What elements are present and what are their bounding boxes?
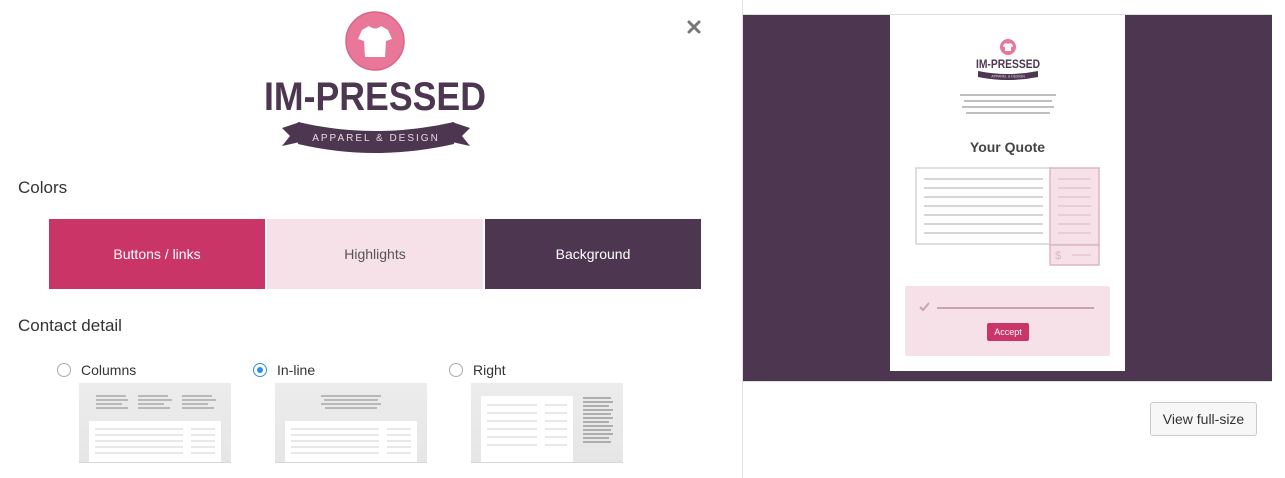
inline-layout-thumbnail[interactable] — [275, 383, 427, 463]
contact-option-inline[interactable]: In-line — [253, 360, 433, 380]
contact-option-columns[interactable]: Columns — [57, 360, 237, 380]
logo-tagline-text: APPAREL & DESIGN — [312, 133, 440, 144]
preview-quote-title: Your Quote — [969, 139, 1046, 155]
background-color-swatch[interactable]: Background — [485, 219, 701, 289]
right-radio[interactable] — [449, 363, 463, 377]
close-icon[interactable] — [685, 18, 703, 36]
preview-accept-panel: Accept — [905, 286, 1110, 356]
contact-detail-heading: Contact detail — [18, 316, 122, 335]
option-label: Columns — [81, 362, 137, 378]
preview-logo-brand: IM-PRESSED — [976, 57, 1040, 71]
view-full-size-button[interactable]: View full-size — [1150, 402, 1257, 436]
option-label: In-line — [277, 362, 316, 378]
check-icon — [919, 302, 930, 312]
inline-radio[interactable] — [253, 363, 267, 377]
option-label: Right — [473, 362, 506, 378]
highlights-color-swatch[interactable]: Highlights — [267, 219, 483, 289]
preview-accept-button[interactable]: Accept — [987, 323, 1029, 341]
logo-brand-text: IM-PRESSED — [264, 75, 486, 119]
preview-address-lines — [960, 94, 1056, 114]
preview-logo-tagline: APPAREL & DESIGN — [991, 75, 1025, 79]
preview-document: IM-PRESSED APPAREL & DESIGN Your Quote $ — [890, 15, 1125, 371]
company-logo: IM-PRESSED APPAREL & DESIGN — [264, 11, 486, 153]
settings-panel: IM-PRESSED APPAREL & DESIGN Colors Butto… — [0, 0, 742, 478]
preview-logo: IM-PRESSED APPAREL & DESIGN — [976, 39, 1040, 80]
preview-quote-table: $ — [915, 167, 1100, 266]
swatch-label: Buttons / links — [113, 246, 201, 262]
swatch-label: Background — [555, 246, 631, 262]
quote-preview: IM-PRESSED APPAREL & DESIGN Your Quote $ — [743, 15, 1272, 381]
colors-heading: Colors — [18, 178, 68, 197]
preview-currency-symbol: $ — [1055, 250, 1061, 262]
columns-radio[interactable] — [57, 363, 71, 377]
right-layout-thumbnail[interactable] — [471, 383, 623, 463]
preview-border — [743, 381, 1272, 382]
buttons-links-color-swatch[interactable]: Buttons / links — [49, 219, 265, 289]
swatch-label: Highlights — [344, 246, 406, 262]
contact-option-right[interactable]: Right — [449, 360, 629, 380]
columns-layout-thumbnail[interactable] — [79, 383, 231, 463]
